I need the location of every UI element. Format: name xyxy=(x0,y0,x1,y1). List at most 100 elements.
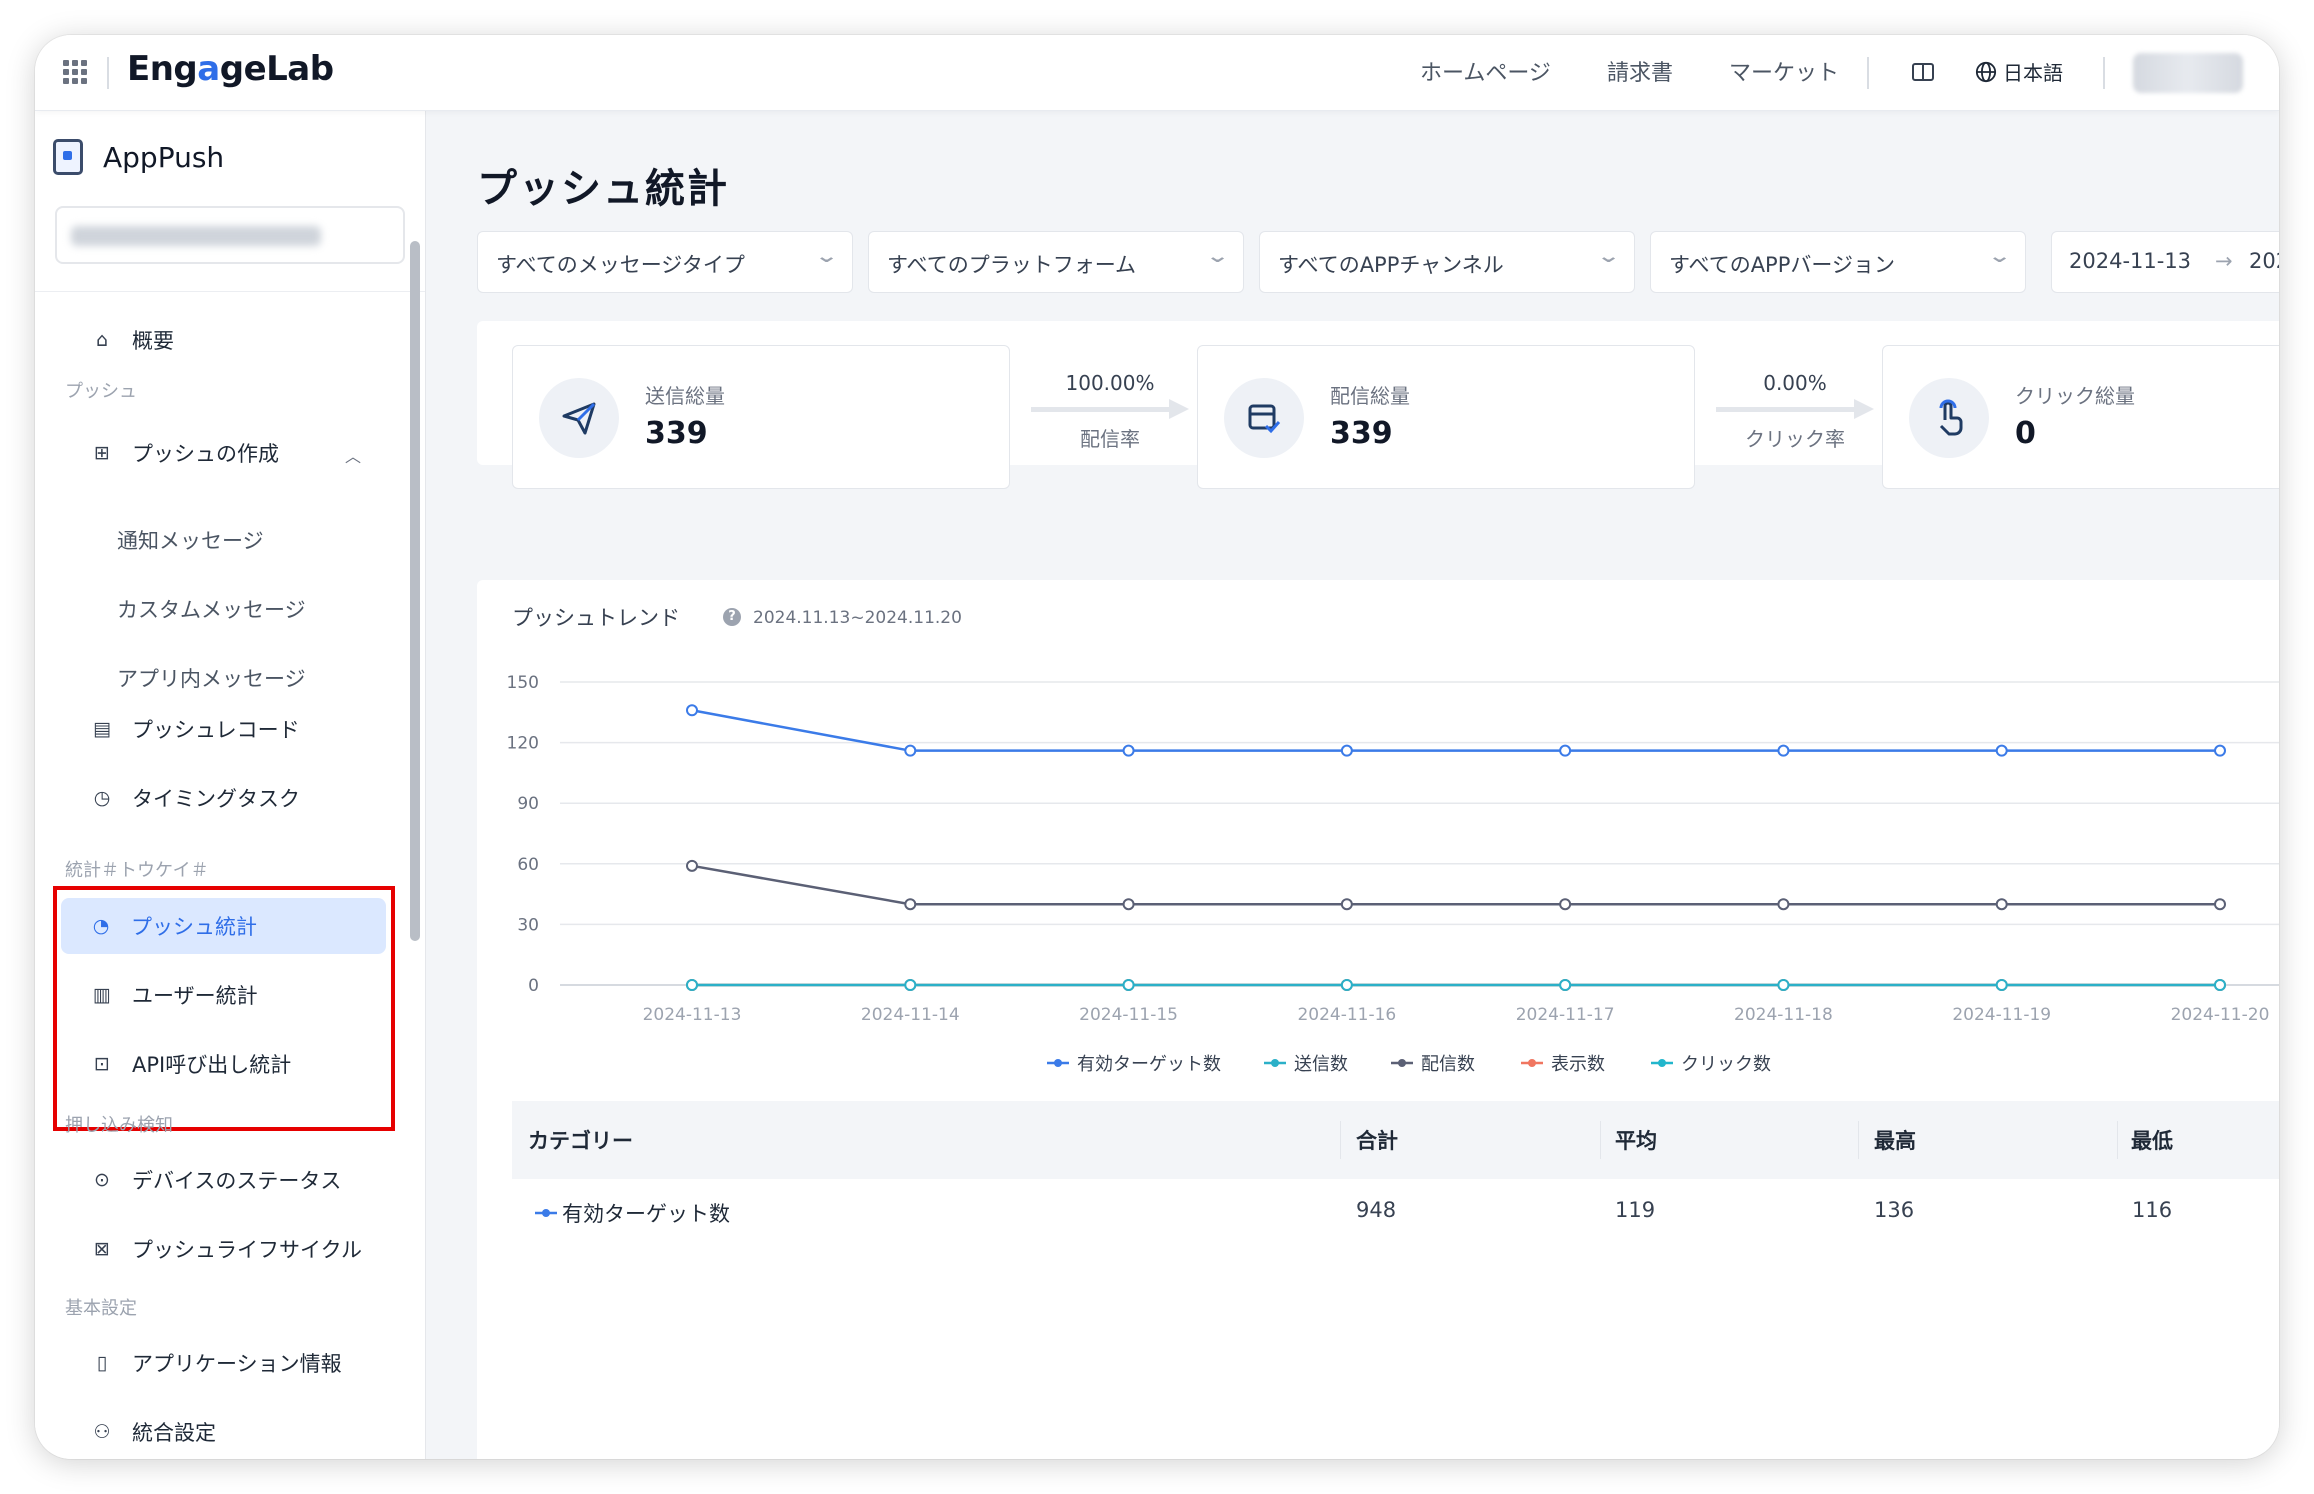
x-tick-label: 2024-11-17 xyxy=(1516,1005,1615,1025)
delivered-total-card: 配信総量 339 xyxy=(1197,345,1695,489)
sidebar-scrollbar[interactable] xyxy=(410,241,420,941)
click-total-card: クリック総量 0 xyxy=(1882,345,2279,489)
arrow-right-icon xyxy=(1716,399,1874,419)
data-point xyxy=(1340,979,1353,991)
table-cell-min: 116 xyxy=(2132,1198,2173,1222)
sidebar-item-integration[interactable]: ⚇ 統合設定 xyxy=(80,1404,400,1459)
sidebar-item-timing-task[interactable]: ◷ タイミングタスク xyxy=(80,770,400,826)
sidebar-item-push-lifecycle[interactable]: ⊠ プッシュライフサイクル xyxy=(80,1221,400,1277)
rate-value: 100.00% xyxy=(1065,371,1155,395)
legend-marker xyxy=(1271,1059,1279,1067)
sidebar-item-custom-message[interactable]: カスタムメッセージ xyxy=(117,594,306,624)
divider xyxy=(35,291,425,292)
apps-grid-icon[interactable] xyxy=(63,60,87,84)
pointer-hand-icon xyxy=(1909,378,1989,458)
table-cell-avg: 119 xyxy=(1615,1198,1656,1222)
app-selector[interactable] xyxy=(55,206,405,264)
legend-label: 表示数 xyxy=(1551,1054,1605,1075)
data-point xyxy=(686,859,698,872)
app-version-filter[interactable]: すべてのAPPバージョン ⌄ xyxy=(1650,231,2026,293)
data-point xyxy=(2214,744,2226,757)
main-content: プッシュ統計 すべてのメッセージタイプ ⌄ すべてのプラットフォーム ⌄ すべてのA… xyxy=(426,111,2279,1459)
legend-label: 有効ターゲット数 xyxy=(1077,1054,1221,1075)
x-tick-label: 2024-11-20 xyxy=(2171,1005,2270,1025)
y-tick-label: 60 xyxy=(517,855,539,875)
series-line xyxy=(691,864,2220,906)
stat-label: 送信総量 xyxy=(645,384,725,408)
stats-panel: 送信総量 339 100.00% 配信率 配信総量 339 0.00% クリック… xyxy=(477,321,2279,489)
data-point xyxy=(2214,898,2226,911)
data-point xyxy=(1559,898,1572,911)
legend-marker xyxy=(1658,1059,1666,1067)
sidebar-item-push-record[interactable]: ▤ プッシュレコード xyxy=(80,701,400,757)
sidebar-item-label: アプリケーション情報 xyxy=(132,1352,342,1376)
x-tick-label: 2024-11-18 xyxy=(1734,1005,1833,1025)
divider xyxy=(2103,57,2105,89)
data-point xyxy=(686,704,698,717)
divider xyxy=(1600,1121,1601,1159)
y-tick-label: 120 xyxy=(507,734,539,754)
series-line xyxy=(691,709,2220,752)
top-bar: EngageLab ホームページ 請求書 マーケット 日本語 xyxy=(35,35,2279,111)
data-point xyxy=(1340,744,1353,757)
data-point xyxy=(1122,744,1135,757)
date-range-picker[interactable]: 2024-11-13 → 2024 xyxy=(2051,231,2279,293)
section-label-detection: 押し込み検知 xyxy=(65,1115,173,1136)
legend-label: 送信数 xyxy=(1294,1054,1348,1075)
table-header-cell: 平均 xyxy=(1615,1129,1657,1153)
stat-value: 0 xyxy=(2015,416,2036,451)
app-header: AppPush xyxy=(53,139,224,175)
sidebar-item-device-status[interactable]: ⊙ デバイスのステータス xyxy=(80,1152,400,1208)
page-title: プッシュ統計 xyxy=(477,166,729,212)
network-icon: ⚇ xyxy=(93,1421,111,1443)
app-channel-filter[interactable]: すべてのAPPチャンネル ⌄ xyxy=(1259,231,1635,293)
table-header-cell: 合計 xyxy=(1356,1129,1398,1153)
legend-marker xyxy=(535,1209,557,1217)
rate-label: クリック率 xyxy=(1745,427,1845,451)
info-doc-icon: ▯ xyxy=(96,1352,108,1374)
filter-value: すべてのメッセージタイプ xyxy=(496,253,745,277)
sidebar-item-app-info[interactable]: ▯ アプリケーション情報 xyxy=(80,1335,400,1391)
message-type-filter[interactable]: すべてのメッセージタイプ ⌄ xyxy=(477,231,853,293)
logo-text: Eng xyxy=(127,49,198,89)
chevron-up-icon[interactable]: ︿ xyxy=(345,443,361,467)
filter-value: すべてのAPPチャンネル xyxy=(1278,253,1504,277)
filter-value: すべてのAPPバージョン xyxy=(1669,253,1895,277)
divider xyxy=(1867,57,1869,89)
y-tick-label: 0 xyxy=(528,976,539,996)
logo-text: geLab xyxy=(219,49,334,89)
table-header: カテゴリー 合計 平均 最高 最低 xyxy=(512,1101,2279,1179)
delivered-icon xyxy=(1224,378,1304,458)
sidebar-item-label: プッシュライフサイクル xyxy=(132,1238,362,1262)
sidebar-item-label: タイミングタスク xyxy=(132,787,300,811)
nav-invoice-link[interactable]: 請求書 xyxy=(1607,55,1673,87)
user-avatar[interactable] xyxy=(2133,53,2243,93)
language-selector[interactable]: 日本語 xyxy=(2003,57,2063,86)
stat-label: クリック総量 xyxy=(2015,384,2135,408)
nav-homepage-link[interactable]: ホームページ xyxy=(1420,55,1551,87)
x-tick-label: 2024-11-15 xyxy=(1079,1005,1178,1025)
platform-filter[interactable]: すべてのプラットフォーム ⌄ xyxy=(868,231,1244,293)
date-end: 2024 xyxy=(2249,249,2279,273)
sidebar-item-label: デバイスのステータス xyxy=(132,1169,342,1193)
sidebar-item-overview[interactable]: ⌂ 概要 xyxy=(80,312,400,368)
globe-icon[interactable] xyxy=(1975,61,1997,83)
engagelab-logo[interactable]: EngageLab xyxy=(127,49,334,89)
table-cell-total: 948 xyxy=(1356,1198,1397,1222)
sidebar-item-notification-message[interactable]: 通知メッセージ xyxy=(117,525,264,555)
divider xyxy=(1858,1121,1859,1159)
y-tick-label: 150 xyxy=(507,673,539,693)
sidebar: AppPush ⌂ 概要 プッシュ ⊞ プッシュの作成 ︿ 通知メッセージ カス… xyxy=(35,111,426,1459)
sidebar-item-in-app-message[interactable]: アプリ内メッセージ xyxy=(117,663,306,693)
record-icon: ▤ xyxy=(93,718,111,740)
sidebar-item-label: プッシュレコード xyxy=(132,718,300,742)
nav-market-link[interactable]: マーケット xyxy=(1729,55,1839,87)
legend-label: 配信数 xyxy=(1421,1054,1475,1075)
arrow-right-icon: → xyxy=(2215,249,2233,273)
app-name: AppPush xyxy=(103,140,225,174)
x-tick-label: 2024-11-16 xyxy=(1297,1005,1396,1025)
x-tick-label: 2024-11-19 xyxy=(1952,1005,2051,1025)
book-icon[interactable] xyxy=(1911,60,1935,84)
rate-value: 0.00% xyxy=(1763,371,1827,395)
data-point xyxy=(1777,979,1790,991)
